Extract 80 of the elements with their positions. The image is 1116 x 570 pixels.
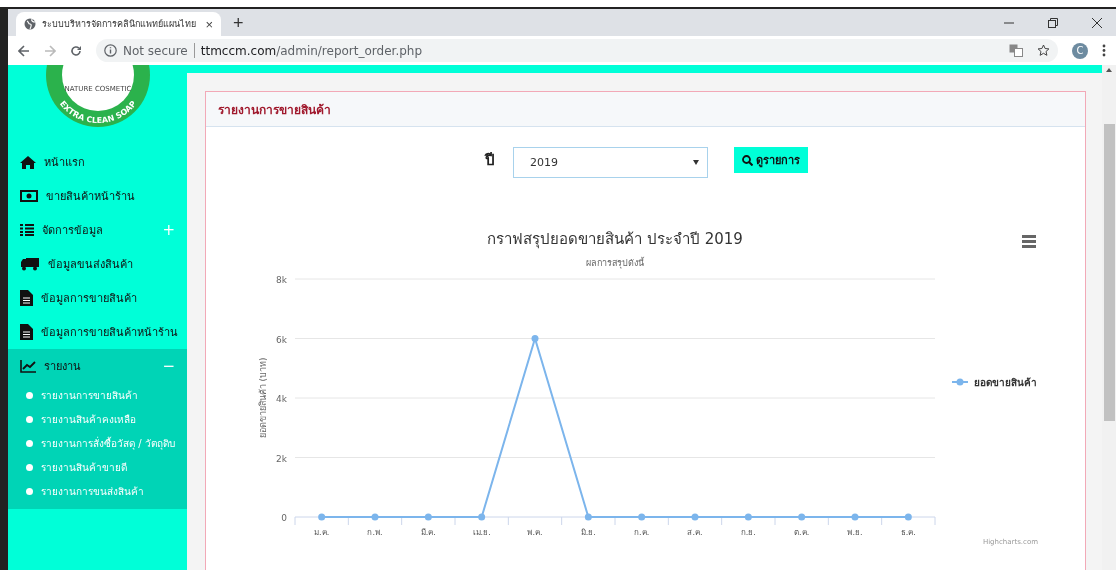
sidebar-item[interactable]: รายงาน − [8,349,187,383]
tab-title: ระบบบริหารจัดการคลินิกแพทย์แผนไทย [42,18,197,31]
sidebar-item-label: จัดการข้อมูล [42,223,103,239]
sidebar-item-label: ข้อมูลการขายสินค้าหน้าร้าน [41,325,178,341]
x-axis-tick-label: เม.ย. [472,528,491,537]
data-point [478,513,486,521]
menu-icon[interactable] [1022,235,1036,248]
chart-title: กราฟสรุปยอดขายสินค้า ประจำปี 2019 [487,230,743,248]
x-axis-tick-label: มิ.ย. [580,528,596,537]
sidebar-item-label: ข้อมูลขนส่งสินค้า [48,257,133,273]
sidebar-item-label: ข้อมูลการขายสินค้า [41,291,137,307]
legend-marker[interactable] [951,378,969,386]
year-select[interactable]: 2019 [513,147,708,178]
x-axis-tick-label: มี.ค. [420,528,436,537]
x-axis-tick-label: พ.ค. [527,528,543,537]
data-point [371,513,379,521]
restore-icon[interactable] [1048,17,1058,28]
legend-label[interactable]: ยอดขายสินค้า [974,377,1037,388]
chart-subtitle: ผลการสรุปดังนี้ [586,258,644,268]
close-icon[interactable] [1092,17,1102,28]
sidebar-item-label: รายงาน [44,359,81,375]
sidebar-item[interactable]: ข้อมูลการขายสินค้า [8,281,187,315]
x-axis-tick-label: ธ.ค. [900,528,916,537]
document-icon [20,290,33,306]
sidebar-item-label: ขายสินค้าหน้าร้าน [46,189,135,205]
x-axis-tick-label: ก.ย. [740,528,756,537]
address-bar[interactable]: Not secure ttmccm.com/admin/report_order.php [96,39,1058,62]
globe-icon [24,18,36,30]
data-point [904,513,912,521]
y-axis-tick-label: 4k [276,394,287,404]
star-icon[interactable] [1037,44,1050,57]
search-icon [742,154,753,166]
banknote-icon [20,190,38,202]
profile-avatar[interactable]: C [1072,42,1088,59]
sidebar-item[interactable]: ข้อมูลการขายสินค้าหน้าร้าน [8,315,187,349]
sidebar-item[interactable]: จัดการข้อมูล + [8,213,187,247]
data-point [638,513,646,521]
document-icon [20,324,33,340]
x-axis-tick-label: ต.ค. [794,528,810,537]
y-axis-tick-label: 0 [281,513,287,523]
sidebar-item[interactable]: ข้อมูลขนส่งสินค้า [8,247,187,281]
browser-tab[interactable]: ระบบบริหารจัดการคลินิกแพทย์แผนไทย × [16,12,221,36]
scroll-up-arrow-icon[interactable] [1106,68,1112,72]
back-arrow-icon[interactable] [18,44,30,57]
truck-icon [20,257,40,271]
panel-title: รายงานการขายสินค้า [218,101,331,119]
caret-icon [693,160,699,165]
data-point [744,513,752,521]
list-icon [20,224,34,236]
new-tab-button[interactable]: + [233,13,244,34]
reload-icon[interactable] [70,44,82,57]
data-point [851,513,859,521]
sidebar-item-label: หน้าแรก [44,155,85,171]
info-icon[interactable] [104,44,117,57]
sidebar-item[interactable]: ขายสินค้าหน้าร้าน [8,179,187,213]
data-point [531,335,539,342]
home-icon [20,155,36,169]
y-axis-tick-label: 2k [276,453,287,464]
x-axis-tick-label: ม.ค. [314,528,330,537]
security-label: Not secure [123,43,188,58]
data-point [584,513,592,521]
x-axis-tick-label: ก.พ. [367,528,383,537]
translate-icon[interactable] [1009,44,1023,57]
x-axis-tick-label: ส.ค. [687,528,703,537]
sidebar-item[interactable]: หน้าแรก [8,145,187,179]
y-axis-tick-label: 6k [276,334,287,345]
data-point [318,513,326,521]
data-point [798,513,806,521]
view-report-button[interactable]: ดูรายการ [734,147,808,173]
url-text: ttmccm.com/admin/report_order.php [200,43,423,58]
line-chart-icon [20,359,36,373]
more-menu-icon[interactable] [1102,44,1106,57]
y-axis-tick-label: 8k [276,275,287,285]
data-point [424,513,432,521]
x-axis-tick-label: ก.ค. [634,528,650,537]
year-label: ปี [485,150,495,171]
y-axis-title: ยอดขายสินค้า (บาท) [258,357,268,439]
data-point [691,513,699,521]
x-axis-tick-label: พ.ย. [847,528,863,537]
tab-close-button[interactable]: × [205,16,213,32]
